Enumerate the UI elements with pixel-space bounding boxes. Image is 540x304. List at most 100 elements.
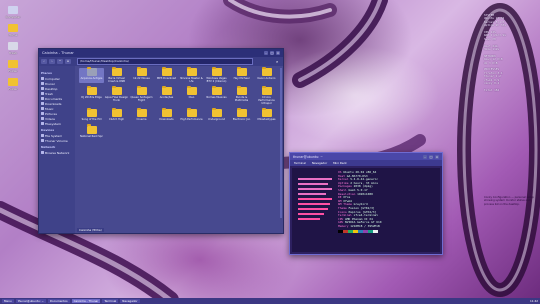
folder-label: Aqua Flow Design Trunk: [104, 96, 129, 103]
folder-item[interactable]: Cleo: [179, 85, 204, 105]
desktop-icon-trash[interactable]: Trash: [4, 42, 22, 55]
folder-label: Downloads: [159, 118, 174, 122]
folder-item[interactable]: National Raid Spc: [79, 124, 104, 138]
sidebar-item[interactable]: Browse Network: [41, 150, 73, 155]
folder-item[interactable]: Nirvana Master & Lfe: [179, 66, 204, 84]
back-button[interactable]: ‹: [41, 59, 47, 64]
terminal-body[interactable]: OS Ubuntu 20.04 x86_64 Host GA-MA770-DS3 K…: [292, 168, 440, 252]
folder-icon: [111, 66, 122, 76]
terminal-output: OS Ubuntu 20.04 x86_64 Host GA-MA770-DS3 K…: [338, 170, 438, 233]
toolbar: ‹ › ^ ⌂ /home/thunar/Desktop/Caixinha/ ⌕: [39, 57, 283, 66]
folder-icon: [211, 107, 222, 118]
taskbar: Menu thunar@ubuntu: ~ Documentos Caixinha -…: [0, 298, 540, 304]
folder-item[interactable]: Cd Acu Performance Ultrapol: [254, 85, 279, 105]
place-icon: [41, 134, 44, 137]
taskbar-item[interactable]: Caixinha - Thunar: [71, 299, 101, 303]
desktop-icon-folder[interactable]: Folder: [4, 60, 22, 73]
file-manager-window[interactable]: Caixinha - Thunar – □ × ‹ › ^ ⌂ /home/th…: [38, 48, 284, 234]
folder-item[interactable]: Electronic Jon: [229, 107, 254, 121]
place-icon: [41, 77, 44, 80]
sidebar-item-label: thunar: [45, 81, 55, 86]
desktop-icon-home[interactable]: Home: [4, 24, 22, 37]
window-titlebar[interactable]: thunar@ubuntu: ~ – □ ×: [290, 153, 442, 160]
folder-item[interactable]: Windows Vagas BTV 2 (Interno): [204, 66, 229, 83]
folder-item[interactable]: Underground: [204, 107, 229, 121]
palette-swatch: [373, 229, 378, 233]
folder-item[interactable]: 12.22 Mouse: [129, 66, 154, 83]
folder-item[interactable]: Cinema: [129, 107, 154, 121]
forward-button[interactable]: ›: [49, 59, 55, 64]
folder-label: Arquivos Antigos: [80, 77, 103, 80]
window-titlebar[interactable]: Caixinha - Thunar – □ ×: [39, 49, 283, 57]
folder-item[interactable]: Aqua Flow Design Trunk: [104, 85, 129, 105]
window-title: thunar@ubuntu: ~: [293, 154, 323, 159]
folder-item[interactable]: Anotações: [154, 85, 179, 105]
folder-label: Barra Virtual Crash & DNB: [108, 77, 125, 84]
folder-item[interactable]: Pacote & Multimidia: [229, 85, 254, 105]
taskbar-item[interactable]: Navegador: [120, 299, 140, 303]
desktop-icon-folder[interactable]: Folder: [4, 78, 22, 91]
location-bar[interactable]: /home/thunar/Desktop/Caixinha/: [77, 58, 253, 65]
folder-label: Clutch High: [108, 118, 125, 122]
sidebar-header-places: Places: [41, 71, 52, 75]
status-text: Caixinha (Trilha): [77, 227, 104, 232]
maximize-button[interactable]: □: [270, 51, 274, 55]
place-icon: [41, 151, 44, 154]
folder-item[interactable]: Arquivos Antigos: [79, 66, 104, 84]
folder-item[interactable]: High Perfomance: [179, 107, 204, 122]
maximize-button[interactable]: □: [429, 154, 433, 159]
folder-item[interactable]: MP3 Download: [154, 66, 179, 83]
folder-icon: [211, 66, 222, 76]
sidebar-item-label: Filesystem: [45, 121, 61, 126]
folder-label: Queen Sortagem Flight: [130, 96, 153, 103]
scrollbar[interactable]: [280, 68, 282, 218]
sidebar-item[interactable]: Thunar Volume: [41, 138, 73, 143]
folder-item[interactable]: DJ 2018 & Edge: [79, 85, 104, 105]
terminal-menu-item[interactable]: Navegador: [310, 161, 329, 165]
terminal-window[interactable]: thunar@ubuntu: ~ – □ × Terminal Navegador…: [289, 152, 443, 255]
folder-item[interactable]: Barra Virtual Crash & DNB: [104, 66, 129, 84]
folder-item[interactable]: Hey Michael: [229, 66, 254, 83]
folder-icon: [86, 66, 97, 76]
desktop-icon-label: Folder: [8, 69, 18, 73]
taskbar-item[interactable]: Menu: [2, 299, 14, 303]
search-icon[interactable]: ⌕: [276, 59, 281, 64]
place-icon: [41, 122, 44, 125]
folder-item[interactable]: Song of the Hill: [79, 107, 104, 121]
place-icon: [41, 92, 44, 95]
folder-item[interactable]: Downloads: [154, 107, 179, 122]
minimize-button[interactable]: –: [264, 51, 268, 55]
folder-label: High Perfomance: [180, 118, 203, 122]
folder-item[interactable]: Queen Sortagem Flight: [129, 85, 154, 105]
folder-item[interactable]: Mixadaotypes: [254, 107, 279, 121]
sidebar-item-label: File System: [45, 133, 63, 138]
close-button[interactable]: ×: [435, 154, 439, 159]
place-icon: [41, 102, 44, 105]
folder-icon: [261, 107, 272, 118]
sidebar-item-label: Computer: [45, 76, 60, 81]
sidebar-item[interactable]: Filesystem: [41, 121, 73, 126]
terminal-key: Memory: [338, 223, 349, 228]
folder-icon: [261, 66, 272, 76]
folder-label: MP3 Download: [156, 77, 177, 80]
desktop-icon-computer[interactable]: Computer: [4, 6, 22, 19]
minimize-button[interactable]: –: [423, 154, 427, 159]
folder-label: Nirvana Master & Lfe: [180, 77, 203, 84]
terminal-menu-item[interactable]: Mini Deck: [331, 161, 349, 165]
terminal-menu-item[interactable]: Terminal: [292, 161, 308, 165]
desktop-icons: Computer Home Trash Folder Folder: [4, 6, 22, 96]
up-button[interactable]: ^: [57, 59, 63, 64]
clock[interactable]: 11:42: [530, 299, 538, 303]
folder-item[interactable]: Clutch High: [104, 107, 129, 122]
folder-icon: [236, 85, 247, 96]
taskbar-item[interactable]: thunar@ubuntu: ~: [15, 299, 46, 303]
close-button[interactable]: ×: [276, 51, 280, 55]
terminal-line: Memory 1210MiB / 3952MiB: [338, 223, 438, 229]
folder-item[interactable]: Kaoni Antonio: [254, 66, 279, 83]
taskbar-item[interactable]: Documentos: [47, 299, 70, 303]
folder-item[interactable]: Nomes Musicas: [204, 85, 229, 105]
folder-icon: [186, 85, 197, 96]
home-button[interactable]: ⌂: [65, 59, 71, 64]
taskbar-item[interactable]: Terminal: [102, 299, 119, 303]
sidebar-item-label: Trash: [45, 91, 53, 96]
